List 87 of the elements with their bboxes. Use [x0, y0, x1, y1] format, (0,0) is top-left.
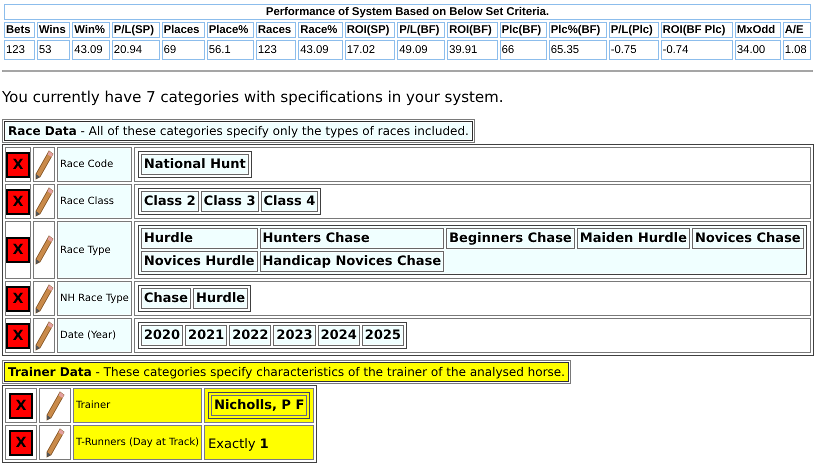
- criterion-label: T-Runners (Day at Track): [73, 425, 202, 460]
- delete-button[interactable]: X: [6, 152, 30, 178]
- delete-button[interactable]: X: [6, 188, 30, 214]
- value-tag: 2020: [140, 325, 184, 346]
- value-tag: 2025: [362, 325, 404, 346]
- table-cell: 53: [36, 40, 70, 60]
- column-header: Place%: [206, 22, 254, 38]
- edit-button[interactable]: [33, 221, 55, 279]
- value-tag: Class 2: [140, 191, 199, 212]
- edit-button[interactable]: [39, 425, 71, 460]
- column-header: Plc(BF): [500, 22, 547, 38]
- column-header: ROI(SP): [344, 22, 396, 38]
- column-header: Wins: [36, 22, 70, 38]
- column-header: ROI(BF): [447, 22, 498, 38]
- table-cell: 17.02: [344, 40, 396, 60]
- pencil-icon: [34, 320, 54, 352]
- table-cell: 1.08: [782, 40, 811, 60]
- delete-button[interactable]: X: [9, 430, 33, 456]
- section-header: Race Data - All of these categories specify only the types of races included.: [4, 121, 473, 141]
- table-cell: 123: [256, 40, 296, 60]
- column-header: A/E: [782, 22, 811, 38]
- column-header: Places: [162, 22, 205, 38]
- table-cell: -0.75: [608, 40, 659, 60]
- value-tag: 2021: [185, 325, 228, 346]
- criterion-label: Race Type: [57, 221, 132, 279]
- section-header: Trainer Data - These categories specify characteristics of the trainer of the analysed horse.: [4, 362, 569, 382]
- delete-button[interactable]: X: [6, 322, 30, 348]
- table-cell: 43.09: [72, 40, 110, 60]
- edit-button[interactable]: [39, 388, 71, 423]
- value-tag: Handicap Novices Chase: [260, 251, 444, 272]
- table-cell: 56.1: [206, 40, 254, 60]
- value-tag: Maiden Hurdle: [576, 228, 690, 249]
- value-tag: Class 3: [200, 191, 258, 212]
- pencil-icon: [34, 282, 54, 314]
- edit-button[interactable]: [33, 147, 55, 182]
- value-text: Exactly 1: [208, 437, 269, 452]
- table-cell: 123: [4, 40, 35, 60]
- column-header: P/L(BF): [397, 22, 446, 38]
- value-tag: 2022: [229, 325, 272, 346]
- table-title: Performance of System Based on Below Set Criteria.: [4, 4, 811, 20]
- table-cell: 66: [500, 40, 547, 60]
- summary-text: You currently have 7 categories with specifications in your system.: [2, 88, 505, 106]
- criterion-label: Trainer: [73, 388, 202, 423]
- value-tag: Hurdle: [140, 228, 258, 249]
- delete-button[interactable]: X: [6, 286, 30, 312]
- value-tag: Nicholls, P F: [211, 395, 308, 416]
- value-tag: Novices Hurdle: [140, 251, 258, 272]
- column-header: P/L(SP): [112, 22, 160, 38]
- table-cell: 34.00: [734, 40, 781, 60]
- column-header: Bets: [4, 22, 35, 38]
- table-cell: 65.35: [548, 40, 607, 60]
- delete-button[interactable]: X: [9, 392, 33, 418]
- column-header: Plc%(BF): [548, 22, 607, 38]
- table-cell: 39.91: [447, 40, 498, 60]
- column-header: Win%: [72, 22, 110, 38]
- table-cell: 69: [162, 40, 205, 60]
- table-cell: 20.94: [112, 40, 160, 60]
- value-tag: Class 4: [260, 191, 318, 212]
- edit-button[interactable]: [33, 281, 55, 316]
- value-tag: Beginners Chase: [446, 228, 575, 249]
- criterion-label: Race Class: [57, 184, 132, 219]
- criterion-label: NH Race Type: [57, 281, 132, 316]
- pencil-icon: [34, 234, 54, 266]
- column-header: Races: [256, 22, 296, 38]
- column-header: MxOdd: [734, 22, 781, 38]
- criterion-label: Race Code: [57, 147, 132, 182]
- value-tag: Chase: [140, 288, 191, 309]
- table-cell: -0.74: [660, 40, 733, 60]
- pencil-icon: [45, 426, 65, 458]
- value-tag: 2023: [273, 325, 316, 346]
- value-tag: Hurdle: [192, 288, 248, 309]
- column-header: ROI(BF Plc): [660, 22, 733, 38]
- table-cell: 49.09: [397, 40, 446, 60]
- pencil-icon: [45, 390, 65, 422]
- column-header: Race%: [298, 22, 343, 38]
- value-tag: National Hunt: [140, 154, 249, 175]
- value-tag: Hunters Chase: [260, 228, 444, 249]
- edit-button[interactable]: [33, 318, 55, 353]
- pencil-icon: [34, 186, 54, 218]
- edit-button[interactable]: [33, 184, 55, 219]
- table-cell: 43.09: [298, 40, 343, 60]
- pencil-icon: [34, 148, 54, 180]
- criterion-label: Date (Year): [57, 318, 132, 353]
- value-tag: Novices Chase: [692, 228, 804, 249]
- delete-button[interactable]: X: [6, 237, 30, 263]
- column-header: P/L(Plc): [608, 22, 659, 38]
- value-tag: 2024: [318, 325, 360, 346]
